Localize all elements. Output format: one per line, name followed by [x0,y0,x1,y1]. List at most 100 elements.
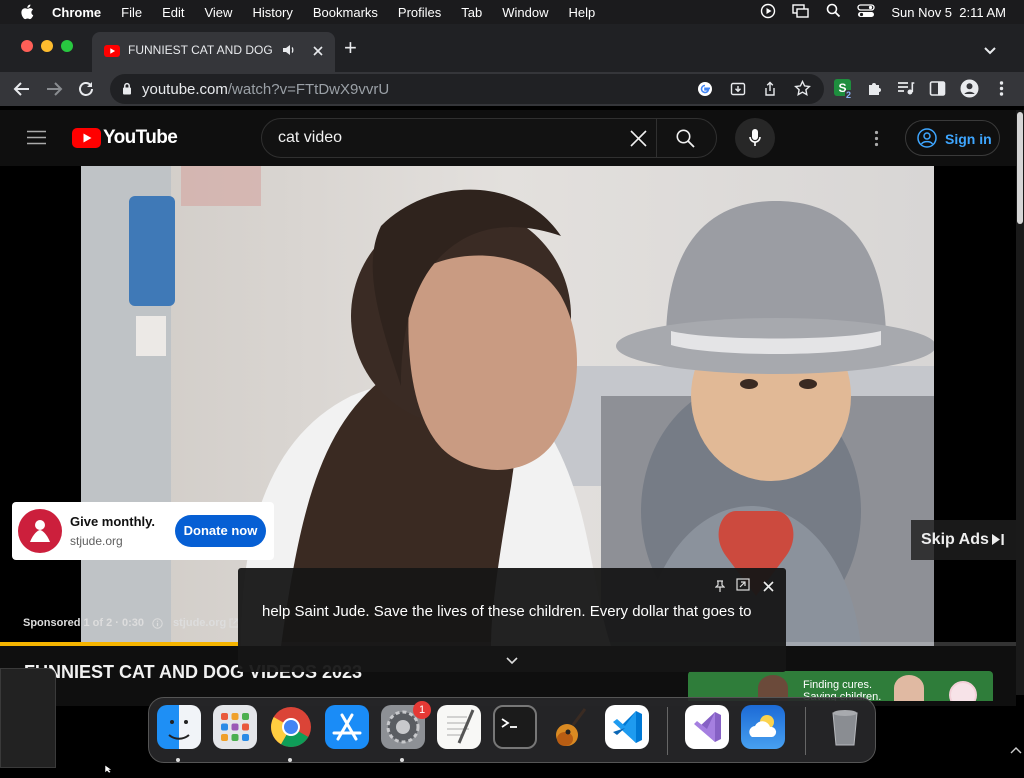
menu-window[interactable]: Window [502,5,548,20]
settings-more-icon[interactable] [874,130,879,152]
vscode-icon[interactable] [605,705,649,749]
lock-icon[interactable] [122,82,132,100]
menu-tab[interactable]: Tab [461,5,482,20]
url-text[interactable]: youtube.com/watch?v=FTtDwX9vvrU [142,81,389,98]
clock-datetime[interactable]: Sun Nov 5 2:11 AM [891,5,1006,20]
macos-dock: 1 [148,697,876,763]
ad-sponsor-domain-link[interactable]: stjude.org [173,617,226,629]
live-caption-box[interactable]: help Saint Jude. Save the lives of these… [238,568,786,672]
macos-menu-bar: Chrome File Edit View History Bookmarks … [0,0,1024,24]
trash-icon[interactable] [823,705,867,749]
side-panel-icon[interactable] [929,80,946,102]
window-zoom-button[interactable] [61,40,73,52]
ad-sponsored-info: Sponsored 1 of 2 · 0:30 stjude.org [23,617,239,629]
caption-expand-chevron-icon[interactable] [506,652,518,670]
menu-profiles[interactable]: Profiles [398,5,441,20]
profile-avatar-icon[interactable] [960,79,979,103]
search-input[interactable]: cat video [261,118,717,158]
menu-bookmarks[interactable]: Bookmarks [313,5,378,20]
dock-scroll-chevron-icon[interactable] [1010,742,1022,760]
tab-search-chevron-icon[interactable] [984,42,996,60]
youtube-logo-text[interactable]: YouTube [103,127,178,149]
menu-edit[interactable]: Edit [162,5,184,20]
microphone-icon [749,128,761,153]
browser-tab-active[interactable]: FUNNIEST CAT AND DOG VIDEOS 2023 [92,32,335,72]
menu-view[interactable]: View [204,5,232,20]
ad-sponsored-label: Sponsored 1 of 2 · 0:30 [23,617,145,629]
chrome-menu-icon[interactable] [999,80,1004,102]
pin-icon[interactable] [714,579,726,597]
clear-search-icon[interactable] [630,130,647,152]
donate-now-button[interactable]: Donate now [175,515,266,547]
reload-icon[interactable] [77,80,95,103]
control-center-icon[interactable] [857,3,875,22]
google-lens-icon[interactable] [697,81,713,102]
sign-in-label: Sign in [945,131,992,147]
new-tab-button[interactable]: + [344,37,357,59]
ad-card-domain: stjude.org [70,534,123,548]
apple-icon[interactable] [20,4,34,20]
chrome-icon[interactable] [269,705,313,749]
skip-ads-button[interactable]: Skip Ads [911,520,1016,560]
dock-separator-2 [805,707,806,755]
youtube-logo-icon[interactable] [72,128,101,153]
settings-notification-badge: 1 [413,701,431,719]
youtube-favicon-icon [104,44,120,62]
dock-separator [667,707,668,755]
back-arrow-icon[interactable] [13,80,31,103]
menu-help[interactable]: Help [569,5,596,20]
browser-toolbar: youtube.com/watch?v=FTtDwX9vvrU S 2 [0,72,1024,106]
skip-next-icon [991,533,1005,551]
settings-running-indicator [400,758,404,762]
spotlight-search-icon[interactable] [826,3,841,21]
stjude-logo-icon [18,509,62,553]
ad-overlay-card[interactable]: Give monthly. stjude.org Donate now [12,502,274,560]
terminal-icon[interactable] [493,705,537,749]
search-icon[interactable] [676,129,695,153]
window-close-button[interactable] [21,40,33,52]
youtube-masthead: YouTube cat video Sign in [0,110,1016,166]
voice-search-button[interactable] [735,118,775,158]
guide-menu-icon[interactable] [27,130,46,150]
bookmark-star-icon[interactable] [794,79,811,102]
tab-audio-icon[interactable] [282,43,296,62]
ad-card-title: Give monthly. [70,514,155,529]
garageband-icon[interactable] [549,705,593,749]
menu-app-name[interactable]: Chrome [52,5,101,20]
search-query-text[interactable]: cat video [278,129,342,147]
account-circle-icon [917,128,937,151]
extension-badge: 2 [846,90,852,100]
skip-ads-label: Skip Ads [921,531,989,548]
textedit-icon[interactable] [437,705,481,749]
address-bar[interactable]: youtube.com/watch?v=FTtDwX9vvrU [110,74,824,104]
expand-caption-icon[interactable] [736,578,750,596]
screen-mirroring-icon[interactable] [792,3,810,22]
play-status-icon[interactable] [760,3,776,22]
menu-history[interactable]: History [252,5,292,20]
tab-close-icon[interactable] [312,44,324,62]
sign-in-button[interactable]: Sign in [905,120,1000,156]
menu-file[interactable]: File [121,5,142,20]
finder-running-indicator [176,758,180,762]
close-caption-icon[interactable] [763,579,774,597]
ad-action-circle-icon[interactable] [949,681,977,701]
window-minimize-button[interactable] [41,40,53,52]
search-divider [656,119,657,157]
install-app-icon[interactable] [730,81,746,102]
extensions-puzzle-icon[interactable] [866,80,883,102]
forward-arrow-icon[interactable] [45,80,63,103]
launchpad-icon[interactable] [213,705,257,749]
background-window-edge[interactable] [0,668,56,768]
weather-icon[interactable] [741,705,785,749]
app-store-icon[interactable] [325,705,369,749]
info-icon[interactable] [152,617,163,629]
extension-s-icon[interactable]: S [833,78,855,105]
media-control-icon[interactable] [897,80,915,102]
page-scrollbar-thumb[interactable] [1017,112,1023,224]
chrome-running-indicator [288,758,292,762]
tab-title: FUNNIEST CAT AND DOG VIDEOS 2023 [128,43,276,57]
finder-icon[interactable] [157,705,201,749]
share-icon[interactable] [762,81,778,102]
visual-studio-icon[interactable] [685,705,729,749]
mouse-cursor-icon [104,760,114,778]
